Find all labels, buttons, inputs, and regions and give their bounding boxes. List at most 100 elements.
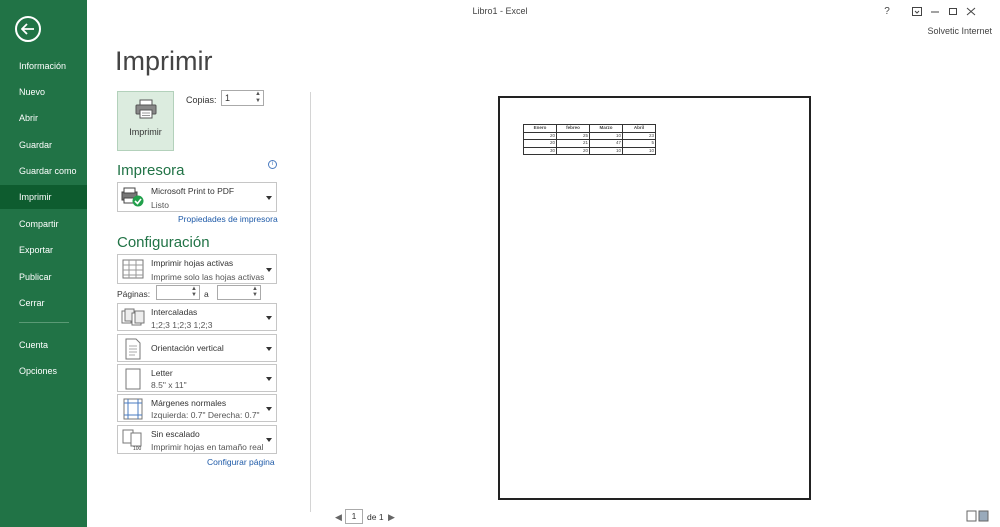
margins-subtitle: Izquierda: 0.7" Derecha: 0.7": [151, 410, 260, 420]
nav-informacion[interactable]: Información: [0, 54, 87, 78]
pages-to-label: a: [204, 289, 209, 299]
table-header: Marzo: [589, 124, 623, 133]
print-what-dropdown[interactable]: Imprimir hojas activas Imprime solo las …: [117, 254, 277, 284]
chevron-down-icon: [266, 347, 272, 351]
scaling-100-icon: 100: [122, 429, 142, 451]
printer-dropdown[interactable]: Microsoft Print to PDF Listo: [117, 182, 277, 212]
page-title: Imprimir: [115, 46, 213, 76]
collate-icon: [121, 308, 145, 326]
previous-page-icon[interactable]: ◀: [335, 512, 342, 523]
pages-from-input[interactable]: ▲ ▼: [156, 285, 200, 300]
collate-dropdown[interactable]: Intercaladas 1;2;3 1;2;3 1;2;3: [117, 303, 277, 331]
nav-divider: [19, 322, 69, 323]
print-what-subtitle: Imprime solo las hojas activas: [151, 272, 265, 282]
window-title: Libro1 - Excel: [472, 6, 528, 16]
nav-compartir[interactable]: Compartir: [0, 212, 87, 236]
orientation-dropdown[interactable]: Orientación vertical: [117, 334, 277, 362]
table-row: 20 21 47 5: [523, 139, 656, 148]
spin-down-icon[interactable]: ▼: [251, 292, 259, 299]
print-button[interactable]: Imprimir: [117, 91, 174, 151]
nav-guardar[interactable]: Guardar: [0, 133, 87, 157]
nav-nuevo[interactable]: Nuevo: [0, 80, 87, 104]
scaling-subtitle: Imprimir hojas en tamaño real: [151, 442, 264, 452]
nav-publicar[interactable]: Publicar: [0, 265, 87, 289]
table-header: Enero: [523, 124, 557, 133]
nav-guardar-como[interactable]: Guardar como: [0, 159, 87, 183]
printer-icon: [135, 99, 156, 119]
page-count-label: de 1: [367, 512, 384, 522]
chevron-down-icon: [266, 407, 272, 411]
page-setup-link[interactable]: Configurar página: [207, 457, 275, 467]
scaling-dropdown[interactable]: 100 Sin escalado Imprimir hojas en tamañ…: [117, 425, 277, 454]
table-cell: 30: [523, 146, 557, 155]
table-cell: 47: [589, 139, 623, 148]
spin-down-icon[interactable]: ▼: [190, 292, 198, 299]
nav-exportar[interactable]: Exportar: [0, 238, 87, 262]
svg-text:100: 100: [133, 446, 142, 451]
current-page-input[interactable]: 1: [345, 509, 363, 524]
nav-opciones[interactable]: Opciones: [0, 359, 87, 383]
nav-cuenta[interactable]: Cuenta: [0, 333, 87, 357]
table-cell: 10: [589, 131, 623, 140]
sheets-icon: [122, 259, 144, 279]
nav-imprimir[interactable]: Imprimir: [0, 185, 87, 209]
paper-title: Letter: [151, 368, 173, 378]
table-cell: 10: [589, 146, 623, 155]
help-button[interactable]: ?: [878, 3, 896, 19]
table-header: febreo: [556, 124, 590, 133]
paper-icon: [125, 368, 141, 390]
info-icon[interactable]: i: [268, 160, 277, 169]
printer-status-icon: [121, 187, 144, 207]
spin-down-icon[interactable]: ▼: [254, 98, 262, 105]
back-arrow-icon[interactable]: [15, 16, 41, 42]
collate-subtitle: 1;2;3 1;2;3 1;2;3: [151, 320, 213, 330]
next-page-icon[interactable]: ▶: [388, 512, 395, 523]
spin-up-icon[interactable]: ▲: [254, 91, 262, 98]
pages-to-input[interactable]: ▲ ▼: [217, 285, 261, 300]
orientation-title: Orientación vertical: [151, 343, 224, 353]
margins-dropdown[interactable]: Márgenes normales Izquierda: 0.7" Derech…: [117, 394, 277, 422]
pages-label: Páginas:: [117, 289, 151, 299]
portrait-page-icon: [125, 338, 141, 360]
table-cell: 20: [556, 146, 590, 155]
nav-abrir[interactable]: Abrir: [0, 106, 87, 130]
table-header-row: Enero febreo Marzo Abril: [523, 124, 656, 133]
printer-properties-link[interactable]: Propiedades de impresora: [178, 214, 278, 224]
table-header: Abril: [622, 124, 656, 133]
table-cell: 20: [523, 131, 557, 140]
copies-value: 1: [225, 93, 231, 103]
chevron-down-icon: [266, 438, 272, 442]
close-icon[interactable]: [962, 3, 980, 19]
copies-label: Copias:: [186, 95, 217, 105]
nav-cerrar[interactable]: Cerrar: [0, 291, 87, 315]
print-preview-page: [498, 96, 811, 500]
table-row: 20 25 10 23: [523, 131, 656, 140]
chevron-down-icon: [266, 196, 272, 200]
scaling-title: Sin escalado: [151, 429, 200, 439]
paper-size-dropdown[interactable]: Letter 8.5" x 11": [117, 364, 277, 392]
printer-status: Listo: [151, 200, 169, 210]
maximize-icon[interactable]: [944, 3, 962, 19]
table-cell: 21: [556, 139, 590, 148]
print-what-title: Imprimir hojas activas: [151, 258, 234, 268]
user-account[interactable]: Solvetic Internet: [927, 26, 992, 36]
table-row: 30 20 10 10: [523, 146, 656, 155]
chevron-down-icon: [266, 268, 272, 272]
copies-input[interactable]: 1 ▲ ▼: [221, 90, 264, 106]
chevron-down-icon: [266, 316, 272, 320]
minimize-icon[interactable]: [926, 3, 944, 19]
margins-title: Márgenes normales: [151, 398, 227, 408]
collate-title: Intercaladas: [151, 307, 198, 317]
chevron-down-icon: [266, 377, 272, 381]
zoom-buttons[interactable]: [966, 509, 990, 523]
ribbon-display-icon[interactable]: [908, 3, 926, 19]
printer-name: Microsoft Print to PDF: [151, 186, 235, 196]
table-cell: 20: [523, 139, 557, 148]
paper-subtitle: 8.5" x 11": [151, 380, 187, 390]
table-cell: 5: [622, 139, 656, 148]
printer-section-title: Impresora: [117, 162, 185, 179]
preview-table: Enero febreo Marzo Abril 20 25 10 23 20 …: [523, 124, 656, 155]
backstage-sidebar: Información Nuevo Abrir Guardar Guardar …: [0, 0, 87, 527]
table-cell: 25: [556, 131, 590, 140]
print-button-label: Imprimir: [129, 127, 162, 137]
